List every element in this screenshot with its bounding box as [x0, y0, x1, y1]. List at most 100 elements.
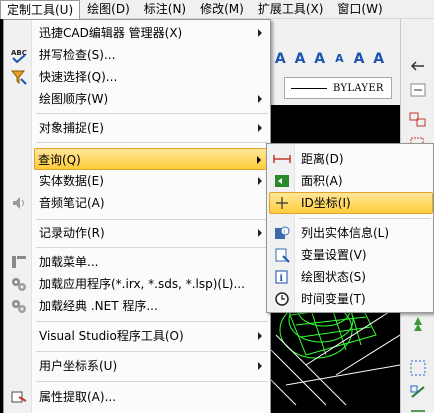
submenu-item-label: 绘图状态(S)	[301, 270, 366, 284]
menu-separator	[36, 142, 268, 143]
array-icon[interactable]	[408, 315, 428, 333]
menu-item-label: 对象捕捉(E)	[39, 121, 104, 135]
submenu-arrow-icon	[258, 362, 262, 370]
submenu-item-label: 时间变量(T)	[301, 292, 366, 306]
submenu-separator	[299, 218, 431, 219]
submenu-item-time-variable[interactable]: 时间变量(T)	[269, 288, 433, 310]
menubar-window[interactable]: 窗口(W)	[330, 0, 389, 19]
load-menu-icon	[12, 256, 26, 268]
menu-item-user-coordinate-system[interactable]: 用户坐标系(U)	[6, 355, 270, 377]
menu-item-quick-select[interactable]: 快速选择(Q)...	[6, 66, 270, 88]
menubar-dimension[interactable]: 标注(N)	[137, 0, 193, 19]
grid-select-icon[interactable]	[408, 359, 428, 377]
menubar-modify[interactable]: 修改(M)	[193, 0, 251, 19]
menu-item-label: 用户坐标系(U)	[39, 359, 118, 373]
customize-tools-menu: 迅捷CAD编辑器 管理器(X) ABC 拼写检查(S)... 快速选择(Q)..…	[3, 19, 271, 413]
text-format-toolbar: A A A A A A	[272, 44, 387, 74]
text-style-a-icon[interactable]: A	[311, 49, 328, 69]
submenu-arrow-icon	[258, 229, 262, 237]
menu-item-draw-order[interactable]: 绘图顺序(W)	[6, 88, 270, 110]
submenu-item-label: 列出实体信息(L)	[301, 226, 390, 240]
speaker-icon	[13, 197, 24, 209]
area-icon	[275, 175, 289, 187]
menu-separator	[36, 351, 268, 352]
break-icon[interactable]	[408, 405, 428, 413]
linetype-preview	[291, 87, 327, 89]
menu-item-label: 音频笔记(A)	[39, 196, 105, 210]
submenu-item-label: ID坐标(I)	[301, 196, 351, 210]
attribute-extract-icon	[11, 391, 27, 403]
submenu-item-distance[interactable]: 距离(D)	[269, 148, 433, 170]
menu-item-entity-data[interactable]: 实体数据(E)	[6, 170, 270, 192]
submenu-item-label: 距离(D)	[301, 152, 344, 166]
variable-settings-icon	[275, 248, 290, 263]
menu-item-load-application[interactable]: 加载应用程序(*.irx, *.sds, *.lsp)(L)...	[6, 273, 270, 295]
time-variable-icon	[275, 292, 289, 306]
text-edit-a-icon[interactable]: A	[370, 49, 387, 69]
menu-item-label: 加载应用程序(*.irx, *.sds, *.lsp)(L)...	[39, 277, 245, 291]
submenu-item-label: 面积(A)	[301, 174, 343, 188]
list-info-icon: i	[275, 226, 290, 239]
svg-text:i: i	[280, 274, 284, 284]
menu-item-label: 加载菜单...	[39, 255, 99, 269]
arrow-left-icon[interactable]	[408, 57, 428, 75]
submenu-item-label: 变量设置(V)	[301, 248, 367, 262]
menu-item-visual-studio-tools[interactable]: Visual Studio程序工具(O)	[6, 325, 270, 347]
menu-item-label: 绘图顺序(W)	[39, 92, 109, 106]
quick-select-funnel-icon	[10, 70, 27, 85]
menu-item-load-net-program[interactable]: 加载经典 .NET 程序...	[6, 295, 270, 317]
menubar-extension-tools[interactable]: 扩展工具(X)	[251, 0, 331, 19]
submenu-arrow-icon	[258, 124, 262, 132]
rotate-icon[interactable]	[408, 81, 428, 99]
menu-separator	[36, 219, 268, 220]
menu-item-label: 快速选择(Q)...	[39, 70, 118, 84]
text-style-a-icon[interactable]: A	[272, 49, 289, 69]
menu-separator	[36, 113, 268, 114]
drawing-status-icon: i	[275, 270, 288, 284]
menu-separator	[36, 321, 268, 322]
text-style-a-icon[interactable]: A	[292, 49, 309, 69]
submenu-arrow-icon	[258, 95, 262, 103]
copy-objects-icon[interactable]	[408, 111, 428, 129]
menu-item-label: 迅捷CAD编辑器 管理器(X)	[39, 26, 183, 40]
linetype-value: BYLAYER	[333, 82, 384, 94]
menu-item-label: 查询(Q)	[38, 153, 81, 167]
abc-spell-icon: ABC	[11, 49, 27, 63]
menu-separator	[36, 247, 268, 248]
menu-item-label: Visual Studio程序工具(O)	[39, 329, 184, 343]
submenu-arrow-icon	[258, 177, 262, 185]
menu-item-label: 记录动作(R)	[39, 226, 105, 240]
menu-item-object-snap[interactable]: 对象捕捉(E)	[6, 117, 270, 139]
submenu-item-id-coordinate[interactable]: ID坐标(I)	[269, 192, 433, 214]
id-point-icon	[276, 197, 288, 209]
menu-item-attribute-extract[interactable]: 属性提取(A)...	[6, 386, 270, 408]
menu-item-label: 属性提取(A)...	[39, 390, 117, 404]
submenu-arrow-icon	[258, 332, 262, 340]
menubar-draw[interactable]: 绘图(D)	[80, 0, 137, 19]
load-app-gear-icon	[12, 278, 26, 291]
menu-item-label: 加载经典 .NET 程序...	[39, 299, 158, 313]
menu-item-record-action[interactable]: 记录动作(R)	[6, 222, 270, 244]
text-style-small-a-icon[interactable]: A	[331, 49, 348, 69]
menu-item-cad-manager[interactable]: 迅捷CAD编辑器 管理器(X)	[6, 22, 270, 44]
menubar-customize-tools[interactable]: 定制工具(U)	[0, 0, 81, 19]
menu-item-load-menu[interactable]: 加载菜单...	[6, 251, 270, 273]
submenu-arrow-icon	[257, 156, 261, 164]
menu-item-label: 拼写检查(S)...	[39, 48, 116, 62]
menu-item-spell-check[interactable]: ABC 拼写检查(S)...	[6, 44, 270, 66]
menu-item-label: 实体数据(E)	[39, 174, 104, 188]
menu-item-inquiry[interactable]: 查询(Q)	[34, 148, 270, 170]
load-net-gear-icon	[12, 300, 26, 313]
trim-icon[interactable]	[408, 383, 428, 401]
menu-bar: 定制工具(U) 绘图(D) 标注(N) 修改(M) 扩展工具(X) 窗口(W)	[0, 0, 434, 19]
inquiry-submenu: 距离(D) 面积(A) ID坐标(I) i 列出实体信息(L) 变量设置(V) …	[266, 143, 434, 313]
menu-item-audio-note[interactable]: 音频笔记(A)	[6, 192, 270, 214]
submenu-item-area[interactable]: 面积(A)	[269, 170, 433, 192]
submenu-item-list-entity-info[interactable]: i 列出实体信息(L)	[269, 222, 433, 244]
submenu-item-drawing-status[interactable]: i 绘图状态(S)	[269, 266, 433, 288]
distance-icon	[273, 155, 291, 163]
submenu-item-variable-settings[interactable]: 变量设置(V)	[269, 244, 433, 266]
linetype-select[interactable]: BYLAYER	[284, 77, 392, 99]
submenu-arrow-icon	[258, 29, 262, 37]
text-style-a-icon[interactable]: A	[351, 49, 368, 69]
